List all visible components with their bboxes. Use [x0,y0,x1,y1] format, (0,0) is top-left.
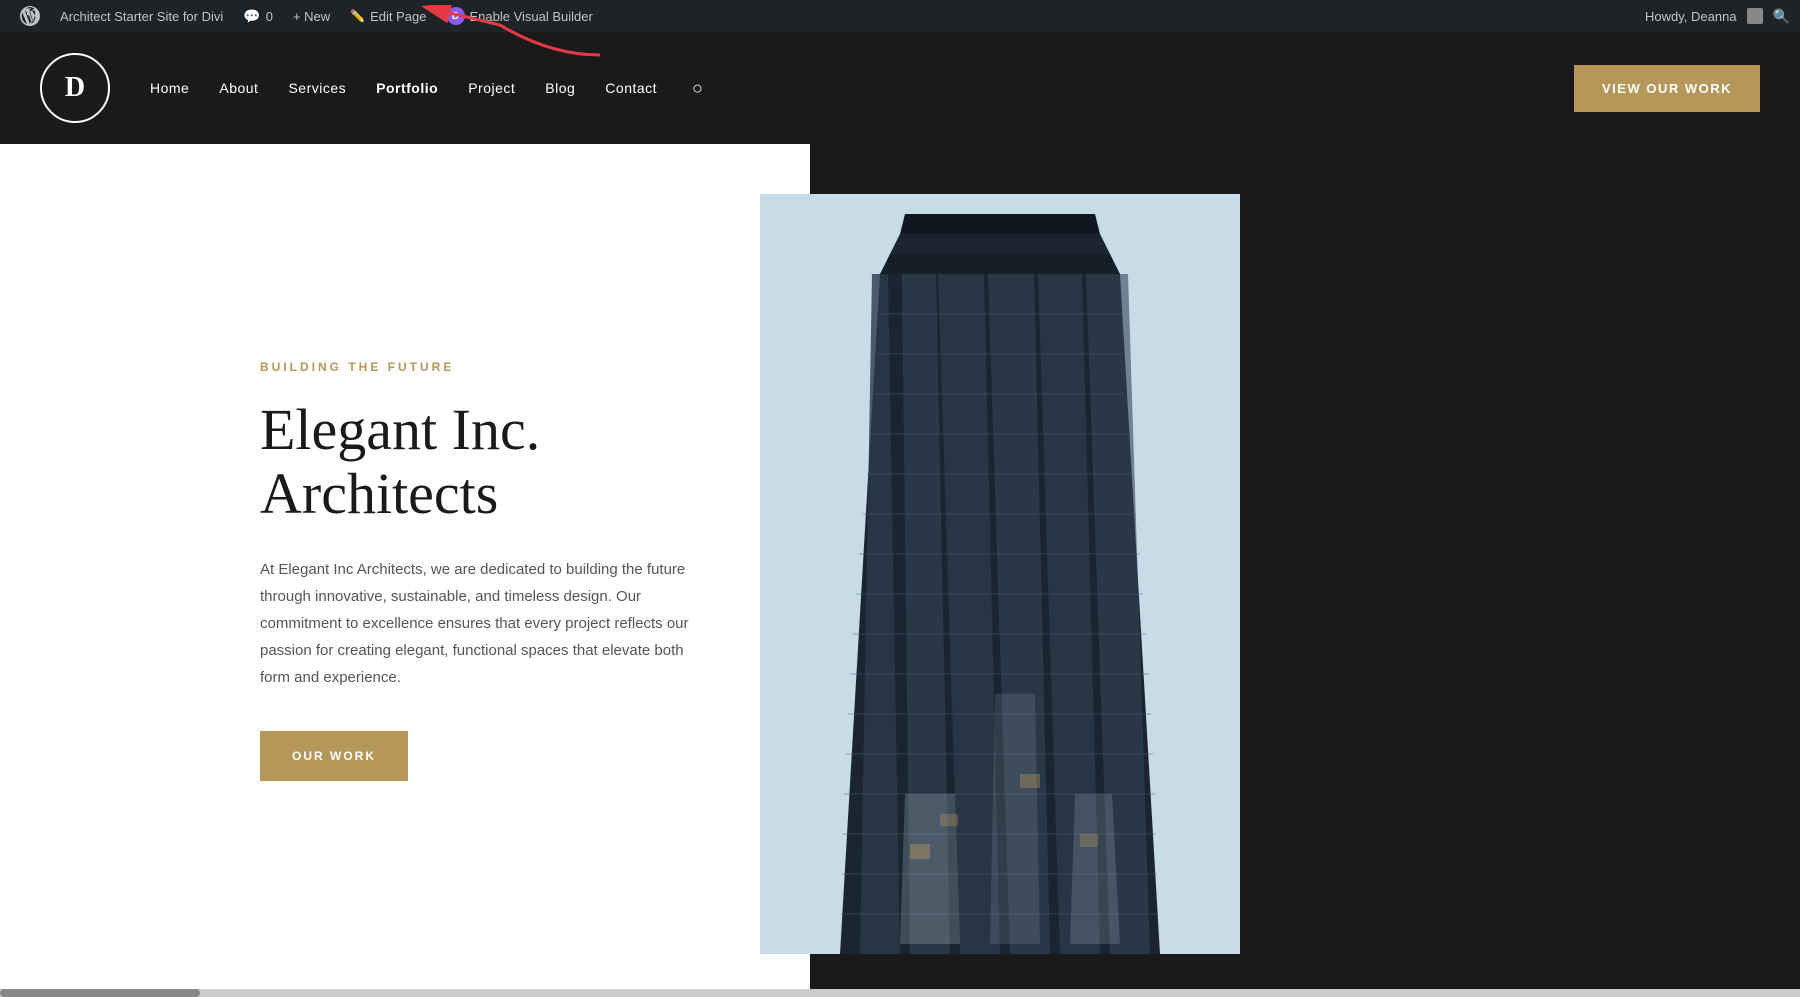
nav-contact[interactable]: Contact [605,80,657,96]
nav-blog[interactable]: Blog [545,80,575,96]
comments-count: 0 [266,9,273,24]
main-content: BUILDING THE FUTURE Elegant Inc. Archite… [0,144,1800,997]
site-logo[interactable]: D [40,53,110,123]
scrollbar-thumb[interactable] [0,989,200,997]
wordpress-icon [20,6,40,26]
nav-services[interactable]: Services [288,80,346,96]
hero-subtitle: BUILDING THE FUTURE [260,360,730,374]
nav-about[interactable]: About [219,80,258,96]
logo-letter: D [65,72,85,104]
edit-page-item[interactable]: ✏️ Edit Page [340,0,436,32]
admin-search-icon[interactable]: 🔍 [1773,8,1790,25]
site-header: D Home About Services Portfolio Project … [0,32,1800,144]
hero-left: BUILDING THE FUTURE Elegant Inc. Archite… [0,144,810,997]
wp-admin-bar: Architect Starter Site for Divi 💬 0 + Ne… [0,0,1800,32]
edit-page-label: Edit Page [370,9,426,24]
new-label: + New [293,9,330,24]
pencil-icon: ✏️ [350,9,365,23]
view-our-work-button[interactable]: VIEW OUR WORK [1574,65,1760,112]
hero-right [810,144,1800,997]
scrollbar-container[interactable] [0,989,1800,997]
site-name-item[interactable]: Architect Starter Site for Divi [50,0,233,32]
enable-visual-builder-label: Enable Visual Builder [470,9,593,24]
admin-bar-right: Howdy, Deanna 🔍 [1645,8,1790,25]
site-name-label: Architect Starter Site for Divi [60,9,223,24]
hero-title: Elegant Inc. Architects [260,398,730,526]
hero-description: At Elegant Inc Architects, we are dedica… [260,556,700,691]
building-image [760,194,1240,954]
wp-logo-item[interactable] [10,0,50,32]
comments-item[interactable]: 💬 0 [233,0,283,32]
divi-icon: D [447,7,465,25]
user-avatar [1747,8,1763,24]
howdy-label: Howdy, Deanna [1645,9,1737,24]
nav-home[interactable]: Home [150,80,189,96]
nav-portfolio[interactable]: Portfolio [376,80,438,96]
our-work-button[interactable]: OUR WORK [260,731,408,781]
nav-search-icon[interactable]: ○ [692,78,703,99]
enable-visual-builder-item[interactable]: D Enable Visual Builder [437,0,603,32]
nav-project[interactable]: Project [468,80,515,96]
new-item[interactable]: + New [283,0,340,32]
comments-icon: 💬 [243,8,260,25]
admin-bar-left: Architect Starter Site for Divi 💬 0 + Ne… [10,0,1645,32]
site-nav: Home About Services Portfolio Project Bl… [150,78,1574,99]
